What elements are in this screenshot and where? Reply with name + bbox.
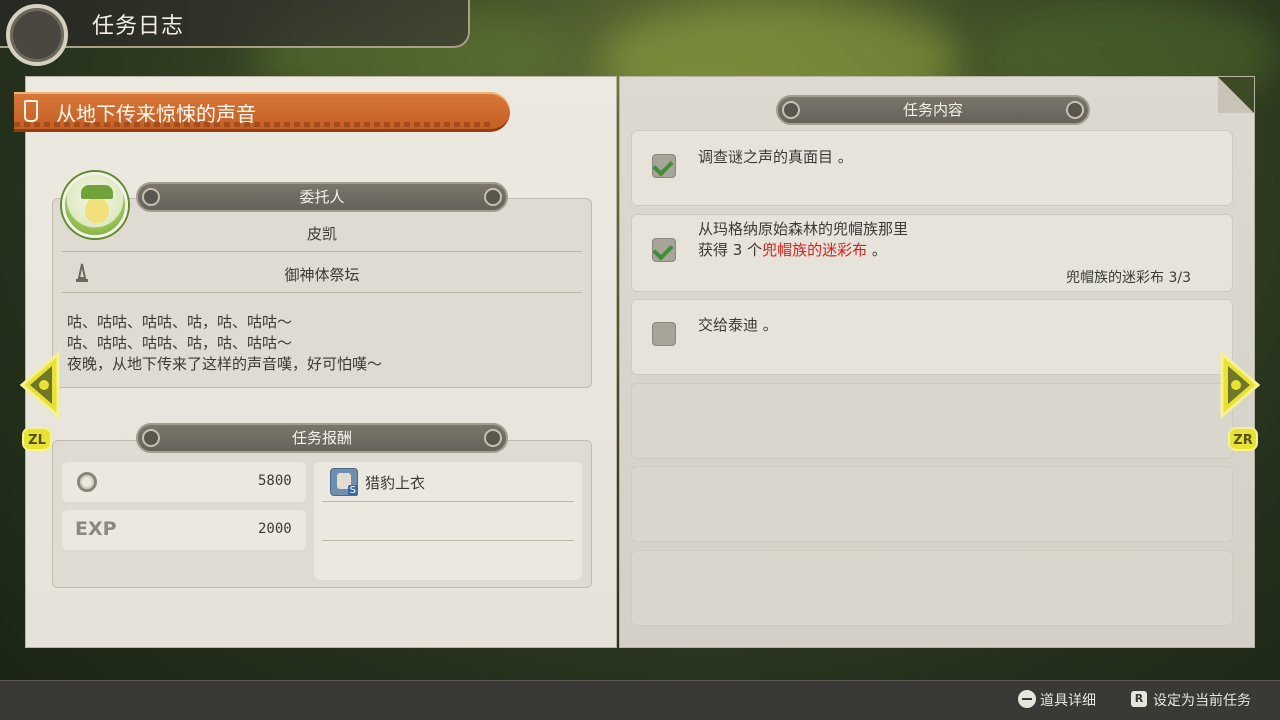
task-checkbox [652,238,676,262]
client-dialog: 咕、咕咕、咕咕、咕，咕、咕咕～ 咕、咕咕、咕咕、咕，咕、咕咕～ 夜晚，从地下传来… [67,312,382,375]
pill-left-ornament [782,101,800,119]
exp-value: 2000 [258,521,292,537]
task-row[interactable] [631,130,1233,206]
avatar-face [85,197,109,223]
task-checkbox [652,154,676,178]
client-location: 御神体祭坛 [284,266,360,284]
divider [322,540,574,541]
pill-left-ornament [142,188,160,206]
quest-scroll-icon [24,100,38,122]
set-current-quest-action[interactable]: 设定为当前任务 [1153,690,1251,710]
page-title: 任务日志 [92,14,185,39]
divider [62,251,582,252]
task-description: 调查谜之声的真面目 。 [698,148,853,166]
task-text-prefix: 获得 3 个 [698,241,763,259]
empty-task-row [631,466,1233,542]
reward-header-label: 任务报酬 [291,429,352,447]
item-rank-badge: S [347,485,358,496]
pill-right-ornament [484,188,502,206]
tasks-section-header: 任务内容 [776,95,1090,125]
money-value: 5800 [258,473,292,489]
dialog-line: 咕、咕咕、咕咕、咕，咕、咕咕～ [67,313,293,331]
check-icon [652,155,674,177]
check-icon [652,239,674,261]
divider [322,501,574,502]
pill-right-ornament [484,429,502,447]
quest-title-banner: 从地下传来惊悚的声音 [14,92,510,132]
previous-page-arrow-icon[interactable] [18,350,62,420]
task-line: 从玛格纳原始森林的兜帽族那里 [698,220,909,238]
divider [62,292,582,293]
task-progress: 兜帽族的迷彩布 3/3 [1066,270,1191,286]
zr-button-badge[interactable]: ZR [1228,427,1258,451]
client-section-header: 委托人 [136,182,508,212]
empty-task-row [631,383,1233,459]
task-row[interactable] [631,299,1233,375]
pill-left-ornament [142,429,160,447]
task-checkbox [652,322,676,346]
jacket-item-icon: S [330,468,358,496]
task-line: 获得 3 个兜帽族的迷彩布 。 [698,240,908,261]
exp-label: EXP [75,518,117,540]
next-page-arrow-icon[interactable] [1218,350,1262,420]
dialog-line: 夜晚，从地下传来了这样的声音嘆，好可怕嘆～ [67,355,383,373]
client-name: 皮凯 [306,225,337,243]
journal-emblem-icon [6,4,68,66]
banner-pattern [14,122,492,127]
tasks-header-label: 任务内容 [902,101,963,119]
r-button-icon: R [1131,691,1147,707]
coin-icon [77,472,97,492]
task-description: 交给泰迪 。 [698,316,778,334]
pill-right-ornament [1066,101,1084,119]
avatar-hat [81,185,113,199]
empty-task-row [631,550,1233,626]
item-detail-action[interactable]: 道具详细 [1040,690,1096,710]
task-description: 从玛格纳原始森林的兜帽族那里 获得 3 个兜帽族的迷彩布 。 [698,219,908,261]
reward-section-header: 任务报酬 [136,423,508,453]
item-reward-name: 猎豹上衣 [365,474,426,492]
minus-button-icon [1018,690,1036,708]
dialog-line: 咕、咕咕、咕咕、咕，咕、咕咕～ [67,334,293,352]
client-header-label: 委托人 [299,188,345,206]
title-bar [0,0,470,48]
task-item-highlight: 兜帽族的迷彩布 [762,241,868,259]
zl-button-badge[interactable]: ZL [22,427,52,451]
task-text-suffix: 。 [867,241,887,259]
page-corner-fold [1218,77,1254,113]
